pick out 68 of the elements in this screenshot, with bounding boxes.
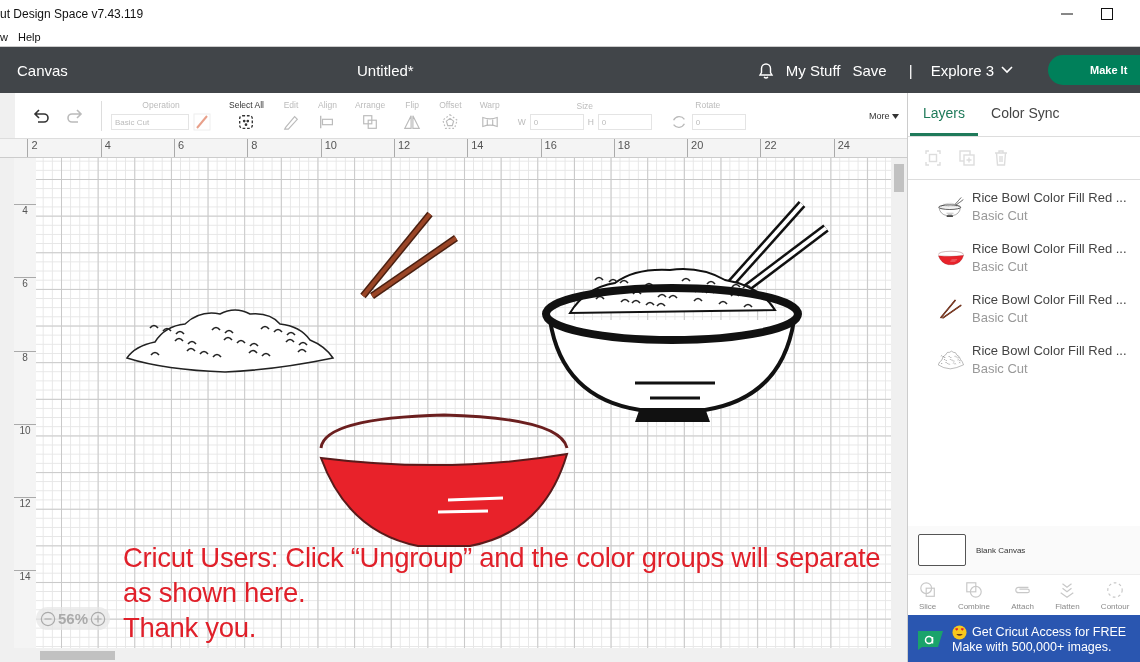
blank-canvas-label: Blank Canvas xyxy=(976,545,1026,555)
bowl-thumbnail-icon xyxy=(938,196,964,217)
layer-item[interactable]: Rice Bowl Color Fill Red ... Basic Cut xyxy=(908,180,1140,231)
ruler-label: 18 xyxy=(613,139,688,157)
offset-icon xyxy=(441,113,460,131)
chopsticks-thumbnail-icon xyxy=(938,298,964,319)
menu-item[interactable]: Help xyxy=(17,31,41,43)
machine-dropdown[interactable]: Explore 3 xyxy=(930,61,1014,79)
ruler-label: 12 xyxy=(393,139,468,157)
layer-item[interactable]: Rice Bowl Color Fill Red ... Basic Cut xyxy=(908,282,1140,333)
banner-text: Make with 500,000+ images. xyxy=(952,639,1113,654)
caret-icon xyxy=(892,113,899,119)
promo-banner[interactable]: Get Cricut Access for FREE Make with 500,000+ images. xyxy=(908,615,1140,662)
document-title: Untitled* xyxy=(357,61,415,79)
ruler-label: 8 xyxy=(247,139,321,157)
toolbar-label: Rotate xyxy=(695,100,721,110)
panel-tab[interactable]: Color Sync xyxy=(978,93,1073,136)
zoom-in-icon[interactable] xyxy=(90,610,107,627)
contour-icon xyxy=(1106,581,1125,599)
group-icon[interactable] xyxy=(924,149,942,167)
ruler-label: 6 xyxy=(174,139,248,157)
maximize-icon[interactable] xyxy=(1100,7,1114,21)
pencil-icon xyxy=(281,113,300,131)
scrollbar[interactable] xyxy=(0,93,15,138)
ruler-label: 24 xyxy=(833,139,907,157)
toolbar-button[interactable]: Select All xyxy=(220,100,273,131)
ruler-label: 20 xyxy=(687,139,761,157)
select-all-icon xyxy=(237,113,256,131)
header-link[interactable]: My Stuff xyxy=(785,61,841,79)
access-logo-icon xyxy=(916,628,944,650)
field-label: H xyxy=(587,117,594,127)
annotation-text: Cricut Users: Click “Ungroup” and the color groups will separate as shown here. Thank you. xyxy=(123,541,881,645)
duplicate-icon[interactable] xyxy=(958,149,976,167)
slice-icon xyxy=(918,581,937,599)
zoom-out-icon[interactable] xyxy=(40,610,56,627)
menu-item[interactable]: w xyxy=(0,31,8,43)
rice-thumbnail-icon xyxy=(938,349,964,370)
window-title: ut Design Space v7.43.119 xyxy=(0,7,145,21)
ruler-label: 10 xyxy=(320,139,394,157)
zoom-control[interactable]: 56% xyxy=(36,607,111,630)
scrollbar[interactable] xyxy=(891,158,907,648)
ruler-label: 14 xyxy=(467,139,541,157)
layer-item[interactable]: Rice Bowl Color Fill Red ... Basic Cut xyxy=(908,333,1140,384)
toolbar-label: Operation xyxy=(142,100,180,110)
scrollbar[interactable] xyxy=(0,648,907,662)
ruler-label: 2 xyxy=(27,139,101,157)
layer-item[interactable]: Rice Bowl Color Fill Red ... Basic Cut xyxy=(908,231,1140,282)
heart-eyes-emoji-icon xyxy=(952,624,967,640)
ruler-label: 22 xyxy=(760,139,834,157)
blank-canvas-thumbnail[interactable] xyxy=(918,534,966,566)
panel-tab[interactable]: Layers xyxy=(910,93,979,136)
toolbar-label: Size xyxy=(576,101,593,111)
more-button[interactable]: More xyxy=(860,110,907,121)
combine-icon xyxy=(964,581,983,599)
pen-color-icon[interactable] xyxy=(193,113,211,131)
flip-icon xyxy=(403,113,422,131)
header-link[interactable]: Save xyxy=(852,61,887,79)
section-title: Canvas xyxy=(16,61,69,79)
scrollbar[interactable] xyxy=(0,158,14,648)
ruler-label: 16 xyxy=(540,139,614,157)
chevron-down-icon xyxy=(1000,65,1014,75)
banner-text: Get Cricut Access for FREE xyxy=(972,625,1127,639)
arrange-icon xyxy=(361,113,379,131)
field-label: W xyxy=(517,117,526,127)
ruler-label: 4 xyxy=(100,139,175,157)
make-it-button[interactable]: Make It xyxy=(1048,55,1140,85)
separator: | xyxy=(908,61,913,79)
delete-icon[interactable] xyxy=(992,149,1010,167)
